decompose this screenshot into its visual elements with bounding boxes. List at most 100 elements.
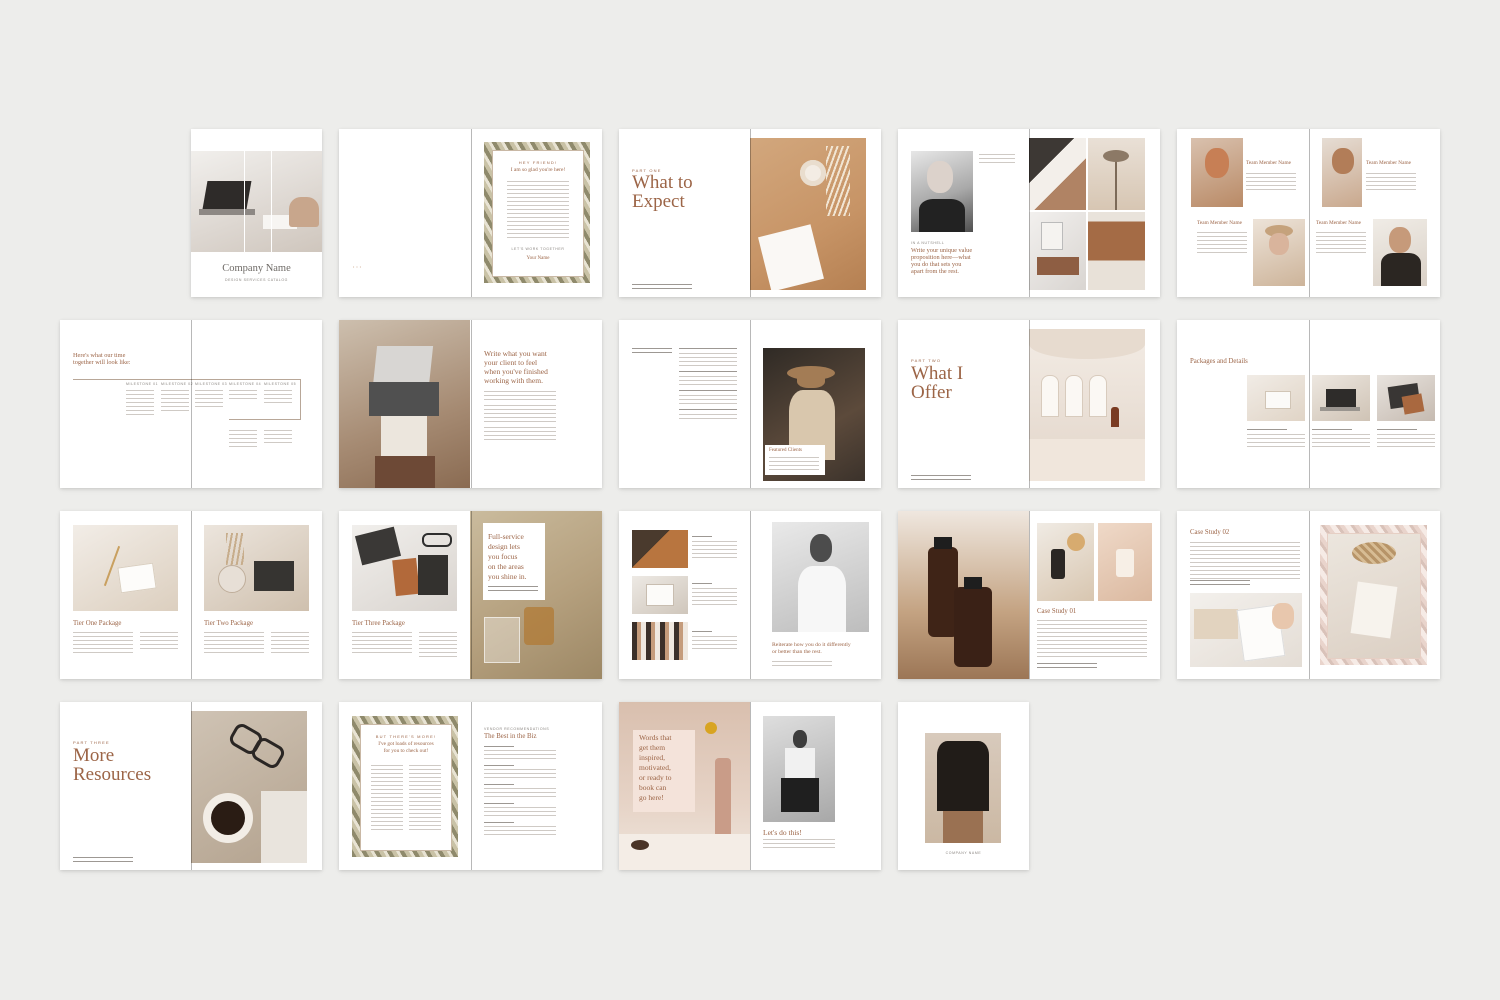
case-study-two-spread[interactable]: Case Study 02 [1177, 511, 1440, 679]
part-three-spread[interactable]: Part Three More Resources [60, 702, 322, 870]
bottles-photo [898, 511, 1029, 679]
case-study-two-title: Case Study 02 [1190, 529, 1230, 536]
featured-spread[interactable]: Featured Clients [619, 320, 881, 488]
small-photo-3 [632, 622, 688, 660]
best-biz-kicker: Vendor Recommendations [484, 727, 550, 731]
welcome-signoff: Let's work together [511, 247, 565, 251]
resources-spread[interactable]: But there's more! I've got loads of reso… [339, 702, 602, 870]
team-photo-2 [1253, 219, 1305, 286]
welcome-card: Hey Friend! I am so glad you're here! Le… [492, 150, 584, 277]
timeline-heading-1: Here's what our time [73, 352, 126, 359]
words-cta: Let's do this! [763, 828, 802, 837]
black-shirt-photo [925, 733, 1001, 843]
tier-three-spread[interactable]: Tier Three Package Full-service design l… [339, 511, 602, 679]
interior-photo [1029, 212, 1086, 290]
part-two-spread[interactable]: Part Two What I Offer [898, 320, 1160, 488]
featured-caption: Featured Clients [769, 448, 802, 453]
tier-two-photo [204, 525, 309, 611]
value-heading-3: you do that sets you [911, 261, 962, 268]
notebook-photo [1029, 138, 1086, 210]
team-photo-3 [1322, 138, 1362, 207]
words-spread[interactable]: Words that get them inspired, motivated,… [619, 702, 881, 870]
reiterate-2: or better than the rest. [772, 649, 822, 655]
catalog-overview: { "cover": { "company_name": "Company Na… [0, 0, 1500, 1000]
value-heading-4: apart from the rest. [911, 268, 959, 275]
tier-three-photo [352, 525, 457, 611]
case-study-one-title: Case Study 01 [1037, 608, 1077, 615]
resources-card: But there's more! I've got loads of reso… [360, 724, 452, 851]
team-photo-4 [1373, 219, 1427, 286]
words-6: book can [639, 783, 667, 792]
best-biz-heading: The Best in the Biz [484, 733, 537, 740]
tier-two-title: Tier Two Package [204, 620, 253, 627]
tier-three-title: Tier Three Package [352, 620, 405, 627]
words-3: inspired, [639, 753, 666, 762]
packages-spread[interactable]: Packages and Details [1177, 320, 1440, 488]
back-cover-page[interactable]: Company Name [898, 702, 1029, 870]
back-caption: Company Name [945, 851, 982, 855]
packages-heading: Packages and Details [1190, 358, 1248, 365]
reiterate-1: Reiterate how you do it differently [772, 642, 851, 648]
team-name-4: Team Member Name [1316, 220, 1361, 226]
reiterate-spread[interactable]: Reiterate how you do it differently or b… [619, 511, 881, 679]
case-study-one-spread[interactable]: Case Study 01 [898, 511, 1160, 679]
welcome-name: Your Name [526, 256, 550, 261]
words-2: get them [639, 743, 666, 752]
case-frame [1327, 533, 1421, 659]
words-box: Words that get them inspired, motivated,… [633, 730, 695, 812]
seated-woman-photo [763, 716, 835, 822]
value-heading-1: Write your unique value [911, 247, 973, 254]
company-name: Company Name [222, 263, 291, 274]
tshirt-photo [1088, 212, 1145, 290]
laptop-lap-photo [339, 320, 470, 488]
welcome-spread[interactable]: • • • Hey Friend! I am so glad you're he… [339, 129, 602, 297]
resources-line-1: I've got loads of resources [378, 741, 434, 747]
team-name-1: Team Member Name [1246, 160, 1291, 166]
team-name-3: Team Member Name [1366, 160, 1411, 166]
case-photo-2 [1098, 523, 1152, 601]
milestone-5: Milestone 05 [264, 382, 297, 386]
team-spread[interactable]: Team Member Name Team Member Name Team M… [1177, 129, 1440, 297]
client-feel-spread[interactable]: Write what you want your client to feel … [339, 320, 602, 488]
welcome-heading: I am so glad you're here! [510, 167, 566, 173]
value-spread[interactable]: In a nutshell Write your unique value pr… [898, 129, 1160, 297]
featured-caption-box: Featured Clients [765, 445, 825, 475]
part-two-title-2: Offer [911, 382, 952, 403]
timeline-spread[interactable]: Here's what our time together will look … [60, 320, 322, 488]
full-service-2: design lets [488, 542, 520, 551]
package-photo-2 [1312, 375, 1370, 421]
part-one-title-1: What to [632, 172, 693, 193]
tiers-spread[interactable]: Tier One Package Tier Two Package [60, 511, 322, 679]
small-photo-2 [632, 576, 688, 614]
package-photo-1 [1247, 375, 1305, 421]
part-three-title-1: More [73, 745, 115, 766]
bw-woman-photo [772, 522, 869, 632]
words-4: motivated, [639, 763, 671, 772]
part-three-title-2: Resources [73, 764, 152, 785]
package-photo-3 [1377, 375, 1435, 421]
writing-photo [1190, 593, 1302, 667]
cover-page[interactable]: Company Name Design Services Catalog [191, 129, 322, 297]
full-service-5: you shine in. [488, 572, 527, 581]
portrait-woman-photo [911, 151, 973, 232]
value-heading-2: proposition here—what [911, 254, 971, 261]
cover-subtitle: Design Services Catalog [224, 278, 288, 282]
team-name-2: Team Member Name [1197, 220, 1242, 226]
full-service-1: Full-service [488, 532, 524, 541]
palm-photo [1088, 138, 1145, 210]
milestone-2: Milestone 02 [161, 382, 194, 386]
words-1: Words that [639, 733, 672, 742]
part-one-spread[interactable]: Part One What to Expect [619, 129, 881, 297]
team-photo-1 [1191, 138, 1243, 207]
tier-one-title: Tier One Package [73, 620, 122, 627]
client-feel-4: working with them. [484, 376, 543, 385]
welcome-kicker: Hey Friend! [518, 160, 558, 165]
tier-one-photo [73, 525, 178, 611]
words-5: or ready to [639, 773, 672, 782]
arch-room-photo [1029, 329, 1145, 481]
left-page-mark: • • • [353, 265, 362, 269]
full-service-box: Full-service design lets you focus on th… [483, 523, 545, 600]
part-two-title-1: What I [911, 363, 964, 384]
timeline-heading-2: together will look like: [73, 359, 131, 366]
small-photo-1 [632, 530, 688, 568]
